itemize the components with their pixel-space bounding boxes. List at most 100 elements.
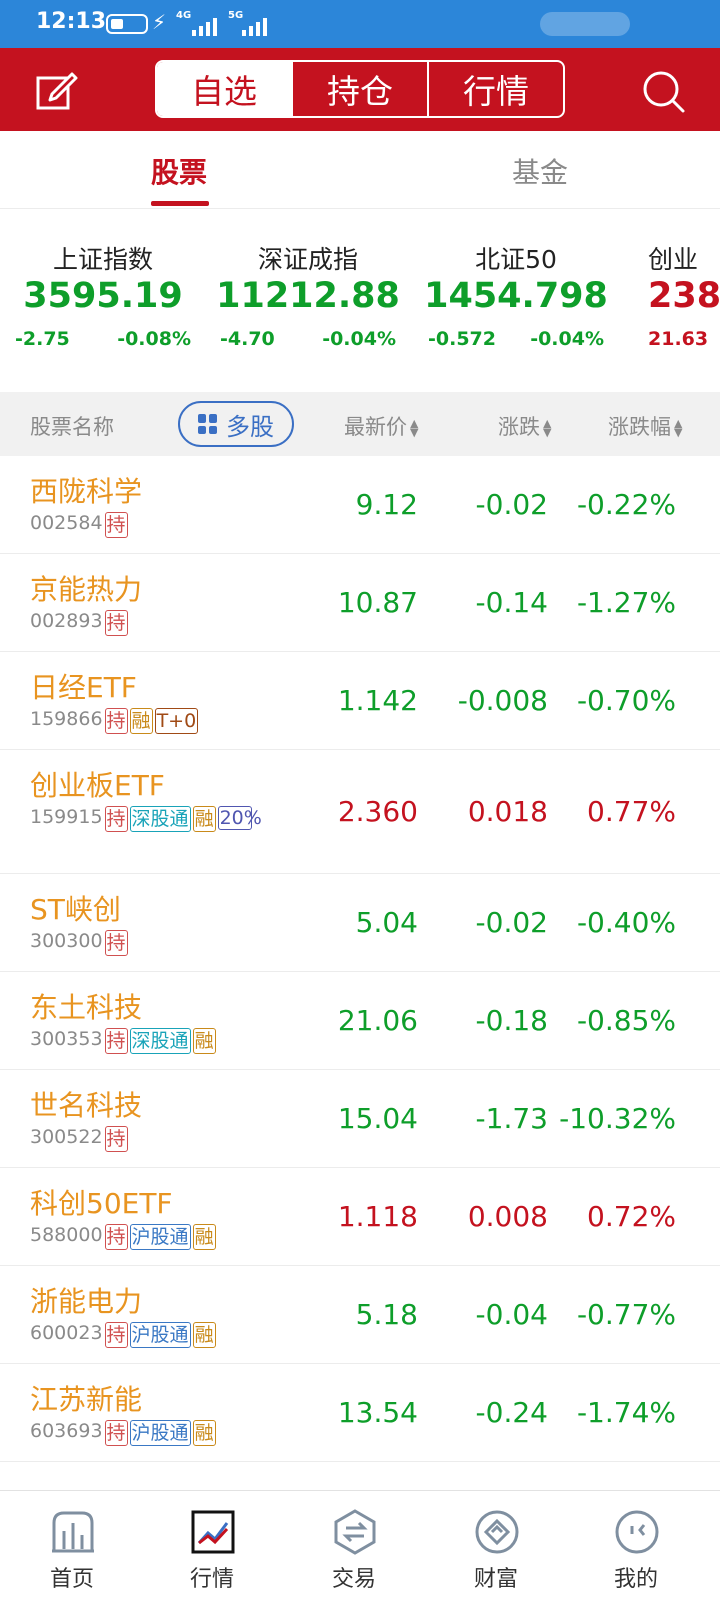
holding-tag: 持 [104, 1322, 128, 1348]
margin-tag: 融 [192, 1224, 216, 1250]
nav-market[interactable]: 行情 [152, 1491, 272, 1600]
subtab-stocks[interactable]: 股票 [151, 151, 207, 191]
search-icon[interactable] [640, 68, 686, 114]
column-change[interactable]: 涨跌 ▲ ▼ [498, 411, 551, 441]
index-strip[interactable]: 上证指数 3595.19 -2.75 -0.08% 深证成指 11212.88 -… [0, 210, 720, 390]
stock-name: 科创50ETF [30, 1187, 173, 1220]
stock-row[interactable]: 浙能电力 600023 持沪股通融 5.18 -0.04 -0.77% [0, 1266, 720, 1364]
stock-percent: -0.77% [576, 1298, 676, 1331]
stock-row[interactable]: 西陇科学 002584 持 9.12 -0.02 -0.22% [0, 456, 720, 554]
stock-code: 603693 [30, 1420, 103, 1442]
sz-connect-tag: 深股通 [129, 806, 191, 832]
stock-percent: 0.72% [587, 1200, 676, 1233]
column-percent-label: 涨跌幅 [608, 415, 671, 439]
tab-watchlist[interactable]: 自选 [157, 62, 291, 116]
tab-market[interactable]: 行情 [427, 62, 563, 116]
index-name: 深证成指 [257, 245, 358, 274]
tab-positions[interactable]: 持仓 [291, 62, 427, 116]
edit-icon[interactable] [34, 68, 78, 112]
stock-row[interactable]: 东土科技 300353 持深股通融 21.06 -0.18 -0.85% [0, 972, 720, 1070]
stock-code: 300522 [30, 1126, 103, 1148]
list-column-header: 股票名称 多股 最新价 ▲ ▼ 涨跌 ▲ ▼ 涨跌幅 ▲ ▼ [0, 392, 720, 456]
nav-label: 我的 [613, 1567, 658, 1592]
margin-tag: 融 [192, 806, 216, 832]
nav-home[interactable]: 首页 [12, 1491, 132, 1600]
stock-name: 京能热力 [30, 573, 143, 606]
index-card-sz[interactable]: 深证成指 11212.88 -4.70 -0.04% [208, 240, 408, 350]
stock-name: 江苏新能 [30, 1383, 143, 1416]
stock-percent: -0.40% [576, 906, 676, 939]
index-change: -0.572 [428, 328, 496, 350]
exchange-icon [334, 1509, 376, 1555]
column-price[interactable]: 最新价 ▲ ▼ [344, 411, 418, 441]
stock-code: 300353 [30, 1028, 103, 1050]
stock-change: 0.018 [467, 795, 548, 828]
sh-connect-tag: 沪股通 [129, 1224, 191, 1250]
stock-percent: -0.22% [576, 488, 676, 521]
column-price-label: 最新价 [344, 415, 407, 439]
stock-code: 300300 [30, 930, 103, 952]
nav-wealth[interactable]: 财富 [436, 1491, 556, 1600]
index-percent: -0.04% [530, 328, 604, 350]
sort-icon: ▲ ▼ [674, 417, 683, 439]
stock-row[interactable]: 科创50ETF 588000 持沪股通融 1.118 0.008 0.72% [0, 1168, 720, 1266]
stock-code: 600023 [30, 1322, 103, 1344]
stock-code: 588000 [30, 1224, 103, 1246]
stock-row[interactable]: 京能热力 002893 持 10.87 -0.14 -1.27% [0, 554, 720, 652]
active-tab-indicator [151, 201, 209, 206]
index-value: 3595.19 [23, 276, 183, 316]
index-change: 21.63 [648, 328, 709, 350]
column-percent[interactable]: 涨跌幅 ▲ ▼ [608, 411, 682, 441]
stock-percent: -1.74% [576, 1396, 676, 1429]
index-name: 创业 [648, 245, 699, 274]
stock-row[interactable]: ST峡创 300300 持 5.04 -0.02 -0.40% [0, 874, 720, 972]
battery-icon [106, 14, 148, 34]
stock-change: -0.04 [475, 1298, 548, 1331]
holding-tag: 持 [104, 1224, 128, 1250]
notification-area [540, 12, 630, 36]
stock-row[interactable]: 创业板ETF 159915 持深股通融 20% 2.360 0.018 0.77% [0, 750, 720, 874]
stock-change: -1.73 [475, 1102, 548, 1135]
stock-change: -0.18 [475, 1004, 548, 1037]
stock-row[interactable]: 江苏新能 603693 持沪股通融 13.54 -0.24 -1.74% [0, 1364, 720, 1462]
nav-label: 交易 [331, 1567, 376, 1592]
stock-price: 1.142 [337, 684, 418, 717]
nav-me[interactable]: 我的 [576, 1491, 696, 1600]
index-name: 北证50 [475, 245, 557, 274]
index-value: 1454.798 [424, 276, 608, 316]
t0-tag: T+0 [154, 708, 199, 734]
stock-row[interactable]: 世名科技 300522 持 15.04 -1.73 -10.32% [0, 1070, 720, 1168]
holding-tag: 持 [104, 930, 128, 956]
nav-label: 首页 [49, 1567, 94, 1592]
stock-name: 世名科技 [30, 1089, 143, 1122]
stock-price: 13.54 [337, 1396, 418, 1429]
stock-price: 5.04 [355, 906, 418, 939]
index-card-sh[interactable]: 上证指数 3595.19 -2.75 -0.08% [3, 240, 203, 350]
grid-icon [198, 414, 218, 434]
index-value: 11212.88 [216, 276, 400, 316]
column-stock-name: 股票名称 [30, 415, 114, 439]
stock-percent: -0.85% [576, 1004, 676, 1037]
margin-tag: 融 [129, 708, 153, 734]
holding-tag: 持 [104, 1126, 128, 1152]
stock-percent: -0.70% [576, 684, 676, 717]
charging-icon: ⚡ [152, 10, 167, 34]
stock-list: 西陇科学 002584 持 9.12 -0.02 -0.22% 京能热力 002893 持 10.… [0, 456, 720, 1462]
index-card-cyb[interactable]: 创业 238 21.63 [648, 240, 720, 350]
index-change: -4.70 [220, 328, 275, 350]
index-percent: -0.08% [117, 328, 191, 350]
multi-stock-button[interactable]: 多股 [178, 401, 294, 447]
holding-tag: 持 [104, 610, 128, 636]
stock-code: 159915 [30, 806, 103, 828]
stock-change: 0.008 [467, 1200, 548, 1233]
stock-change: -0.14 [475, 586, 548, 619]
index-name: 上证指数 [52, 245, 153, 274]
stock-code: 159866 [30, 708, 103, 730]
stock-price: 9.12 [355, 488, 418, 521]
stock-row[interactable]: 日经ETF 159866 持融 T+0 1.142 -0.008 -0.70% [0, 652, 720, 750]
index-card-bj50[interactable]: 北证50 1454.798 -0.572 -0.04% [416, 240, 616, 350]
holding-tag: 持 [104, 1420, 128, 1446]
subtab-funds[interactable]: 基金 [512, 151, 568, 191]
app-header: 自选 持仓 行情 [0, 48, 720, 131]
nav-trade[interactable]: 交易 [294, 1491, 414, 1600]
